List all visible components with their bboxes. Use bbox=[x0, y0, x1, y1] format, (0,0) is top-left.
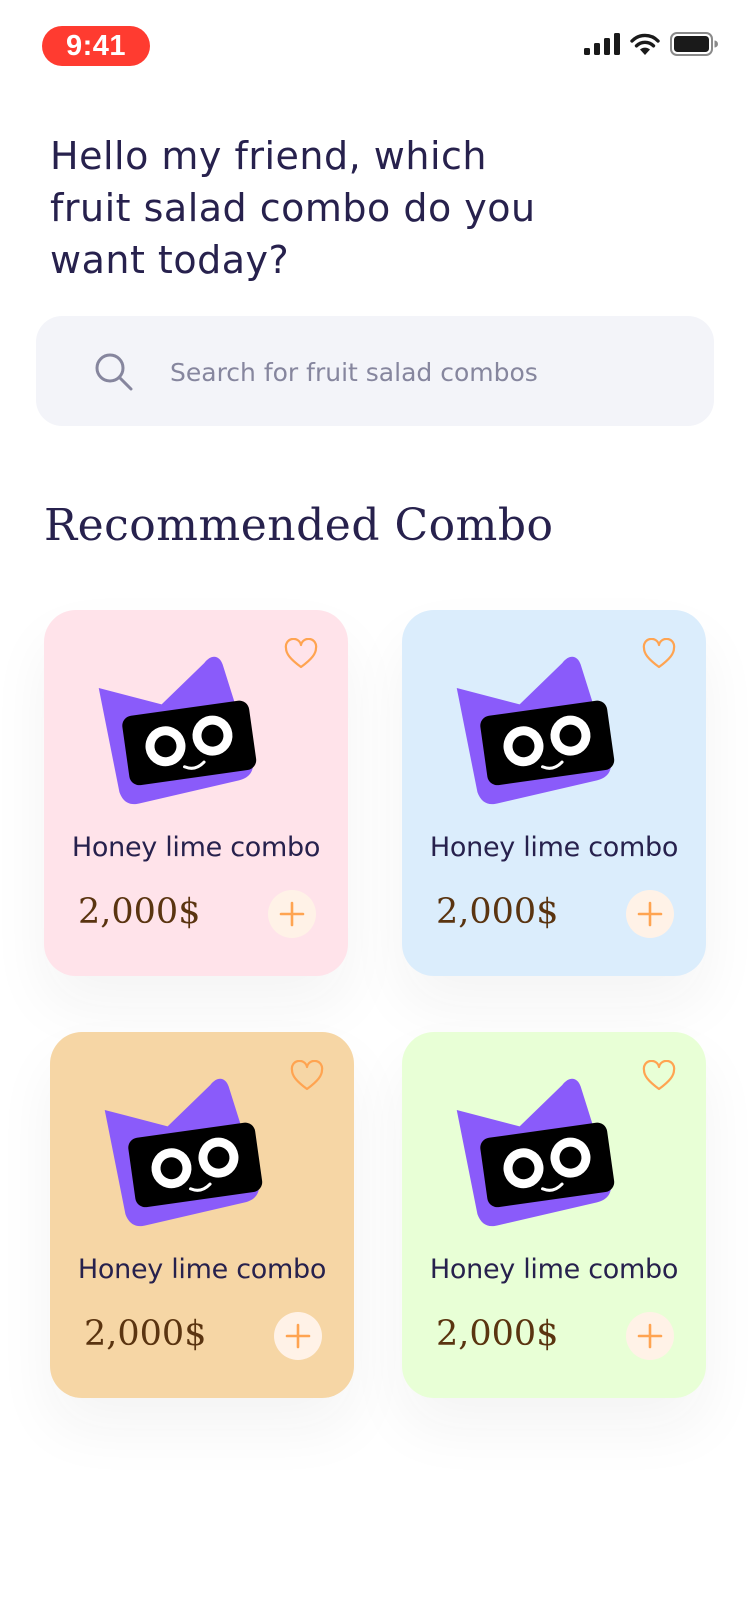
combo-card[interactable]: Honey lime combo 2,000$ bbox=[44, 610, 348, 976]
plus-icon bbox=[279, 901, 305, 927]
add-to-basket-button[interactable] bbox=[626, 890, 674, 938]
battery-icon bbox=[670, 32, 718, 56]
search-bar[interactable] bbox=[36, 316, 714, 426]
add-to-basket-button[interactable] bbox=[626, 1312, 674, 1360]
add-to-basket-button[interactable] bbox=[274, 1312, 322, 1360]
status-time: 9:41 bbox=[42, 26, 150, 66]
mascot-icon bbox=[104, 1078, 263, 1227]
heart-outline-icon[interactable] bbox=[284, 638, 318, 670]
heart-outline-icon[interactable] bbox=[642, 1060, 676, 1092]
combo-name: Honey lime combo bbox=[429, 832, 679, 863]
heart-outline-icon[interactable] bbox=[642, 638, 676, 670]
status-bar: 9:41 bbox=[0, 0, 750, 92]
mascot-icon bbox=[456, 656, 615, 805]
plus-icon bbox=[285, 1323, 311, 1349]
combo-card[interactable]: Honey lime combo 2,000$ bbox=[402, 610, 706, 976]
heart-outline-icon[interactable] bbox=[290, 1060, 324, 1092]
combo-price: 2,000$ bbox=[436, 892, 559, 932]
mascot-icon bbox=[456, 1078, 615, 1227]
combo-card[interactable]: Honey lime combo 2,000$ bbox=[50, 1032, 354, 1398]
plus-icon bbox=[637, 1323, 663, 1349]
search-input[interactable] bbox=[168, 346, 672, 398]
greeting-heading: Hello my friend, which fruit salad combo… bbox=[50, 134, 536, 282]
cellular-signal-icon bbox=[584, 33, 620, 55]
combo-name: Honey lime combo bbox=[429, 1254, 679, 1285]
mascot-icon bbox=[98, 656, 257, 805]
status-icons bbox=[584, 32, 718, 56]
add-to-basket-button[interactable] bbox=[268, 890, 316, 938]
combo-card[interactable]: Honey lime combo 2,000$ bbox=[402, 1032, 706, 1398]
combo-price: 2,000$ bbox=[84, 1314, 207, 1354]
search-icon bbox=[95, 353, 133, 391]
combo-price: 2,000$ bbox=[436, 1314, 559, 1354]
section-title: Recommended Combo bbox=[44, 500, 554, 551]
combo-price: 2,000$ bbox=[78, 892, 201, 932]
plus-icon bbox=[637, 901, 663, 927]
combo-name: Honey lime combo bbox=[77, 1254, 327, 1285]
combo-name: Honey lime combo bbox=[71, 832, 321, 863]
wifi-icon bbox=[630, 33, 660, 55]
